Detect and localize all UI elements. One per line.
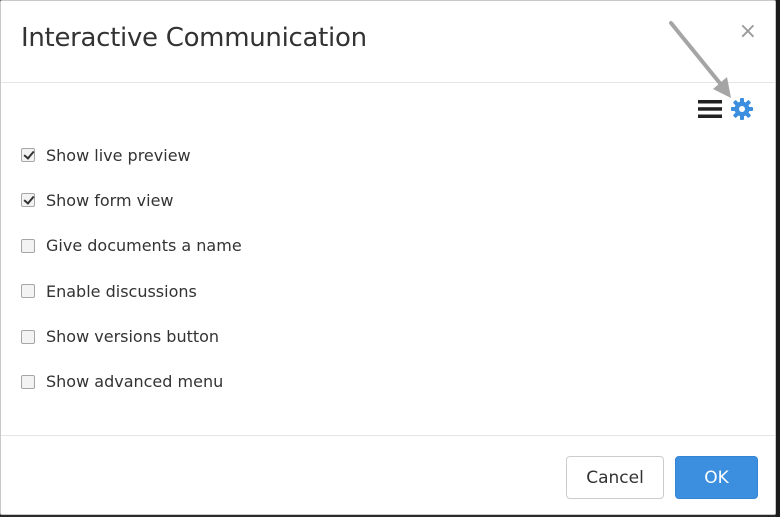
checkbox[interactable] — [21, 238, 35, 253]
checkbox[interactable] — [21, 329, 35, 344]
toolbar — [698, 98, 754, 124]
option-label: Show form view — [46, 190, 174, 210]
option-label: Show live preview — [46, 145, 191, 165]
hamburger-menu-icon[interactable] — [698, 99, 722, 123]
option-show-versions-button[interactable]: Show versions button — [21, 326, 242, 348]
option-label: Show versions button — [46, 327, 220, 347]
checkbox[interactable] — [21, 284, 35, 299]
settings-dialog: Interactive Communication × Show live pr… — [0, 0, 776, 515]
ok-button[interactable]: OK — [675, 456, 758, 499]
dialog-footer: Cancel OK — [1, 435, 775, 515]
option-label: Show advanced menu — [46, 372, 224, 392]
option-give-documents-a-name[interactable]: Give documents a name — [21, 235, 242, 257]
option-show-form-view[interactable]: Show form view — [21, 189, 242, 211]
checkbox[interactable] — [21, 193, 35, 208]
option-label: Enable discussions — [46, 281, 197, 301]
option-show-advanced-menu[interactable]: Show advanced menu — [21, 371, 242, 393]
dialog-header: Interactive Communication × — [1, 1, 775, 83]
checkbox[interactable] — [21, 148, 35, 162]
dialog-title: Interactive Communication — [21, 23, 367, 53]
checkbox[interactable] — [21, 374, 35, 389]
option-label: Give documents a name — [46, 236, 242, 256]
annotation-arrow-icon — [669, 21, 731, 98]
background-edge — [776, 0, 780, 517]
option-show-live-preview[interactable]: Show live preview — [21, 144, 242, 166]
options-list: Show live preview Show form view Give do… — [21, 144, 242, 416]
gear-icon[interactable] — [730, 97, 754, 125]
cancel-button[interactable]: Cancel — [566, 456, 664, 499]
option-enable-discussions[interactable]: Enable discussions — [21, 280, 242, 302]
